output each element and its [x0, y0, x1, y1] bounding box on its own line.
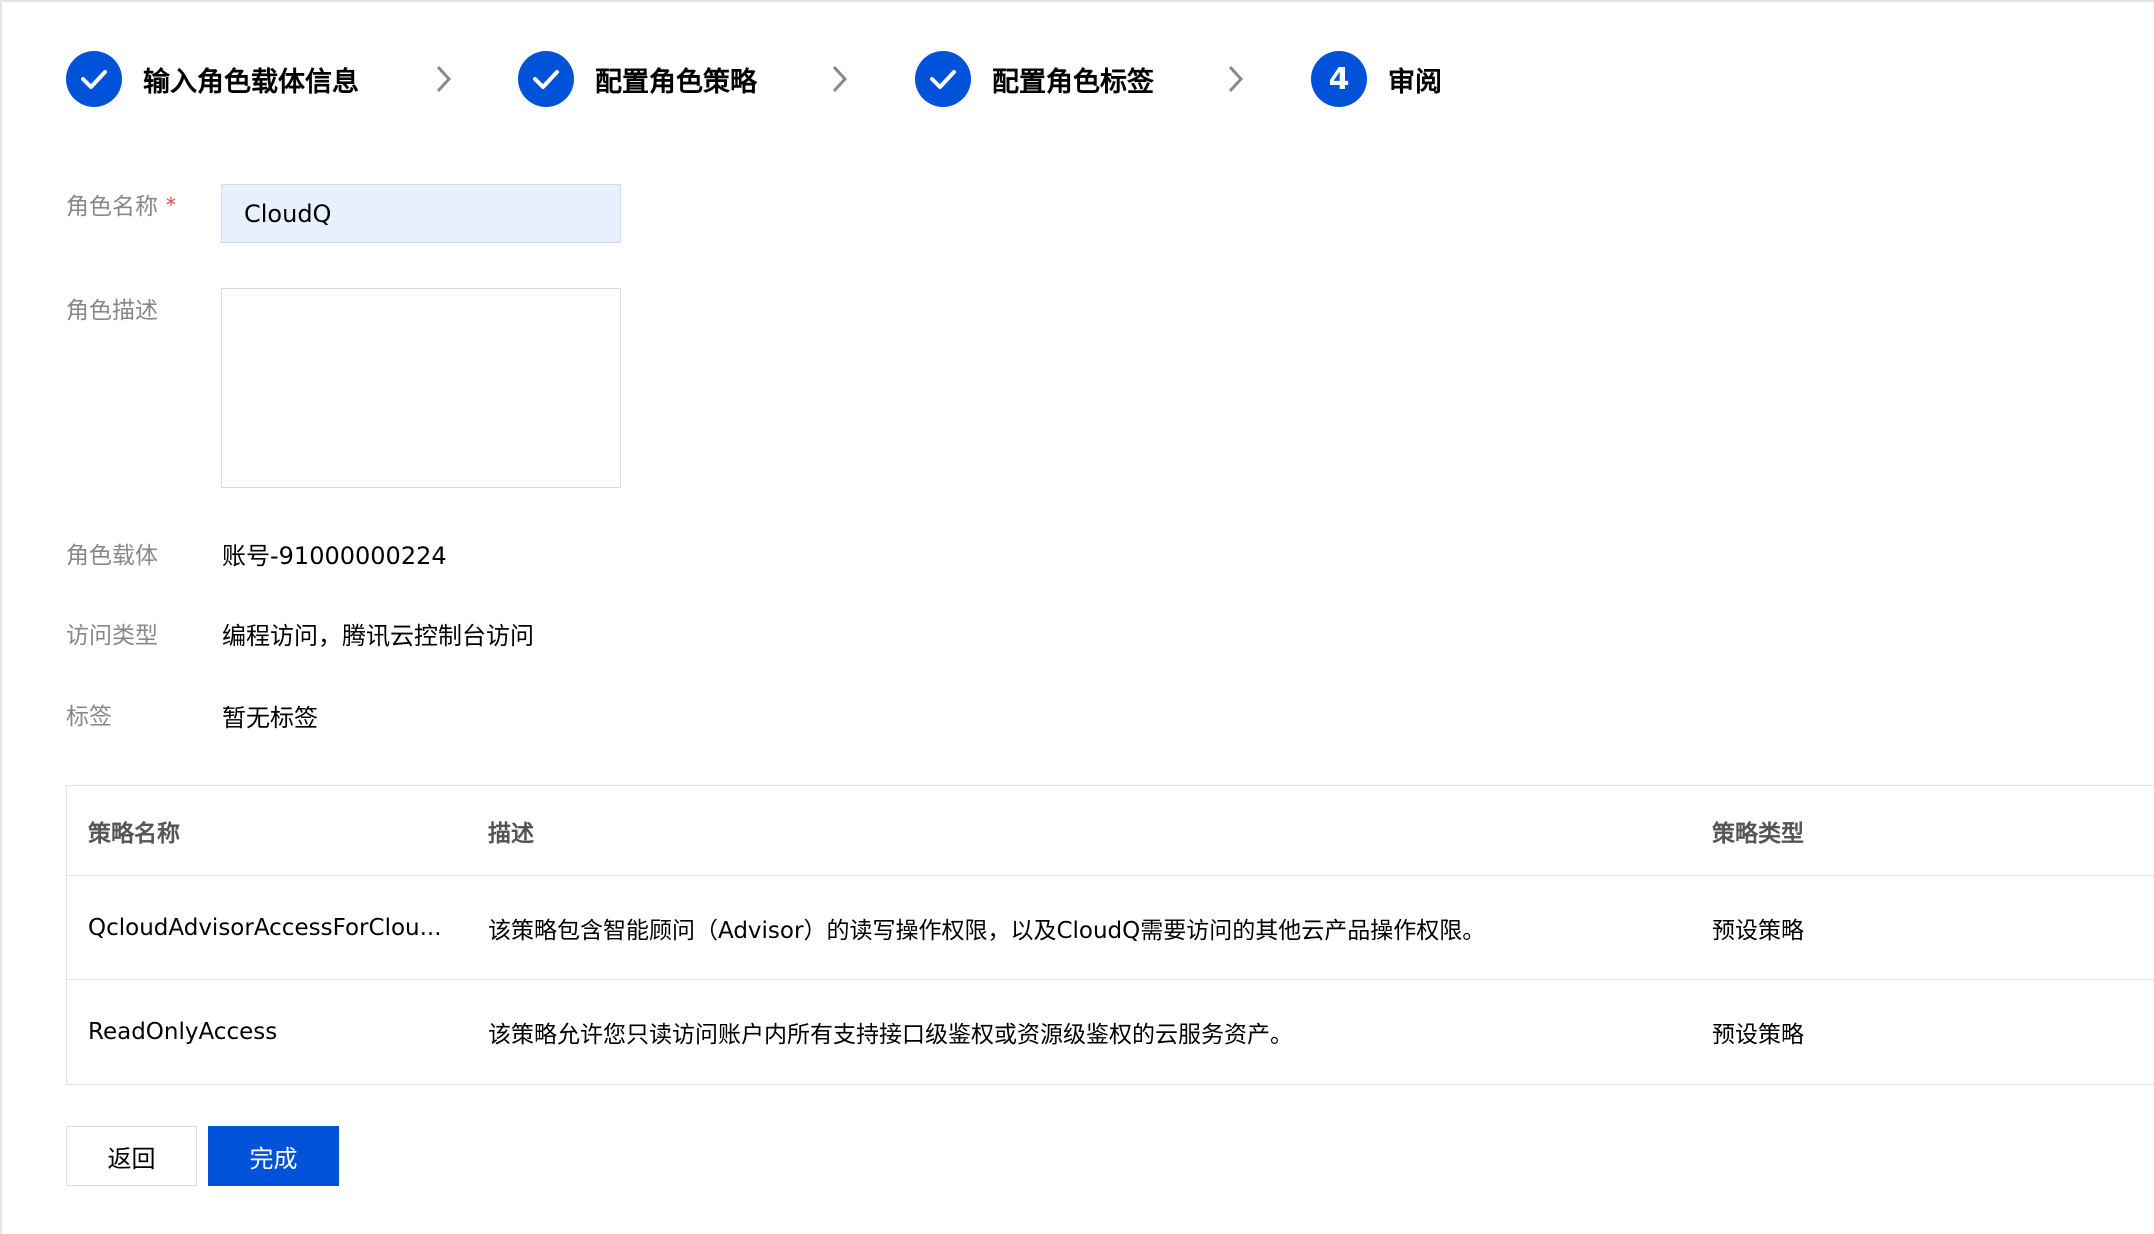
tags-value: 暂无标签 — [222, 704, 318, 732]
table-row: ReadOnlyAccess 该策略允许您只读访问账户内所有支持接口级鉴权或资源… — [67, 980, 2154, 1084]
role-name-input[interactable] — [221, 184, 621, 243]
column-header-policy-name: 策略名称 — [88, 820, 180, 847]
table-row: QcloudAdvisorAccessForClou... 该策略包含智能顾问（… — [67, 876, 2154, 980]
column-header-description: 描述 — [488, 820, 534, 847]
policy-name-cell[interactable]: ReadOnlyAccess — [88, 980, 468, 1084]
role-carrier-value: 账号-91000000224 — [222, 542, 447, 570]
policy-name-cell[interactable]: QcloudAdvisorAccessForClou... — [88, 876, 468, 979]
review-page: 输入角色载体信息 配置角色策略 配置角色标签 4 审阅 角色名称 * 角色描述 角… — [0, 0, 2154, 1234]
step-1[interactable]: 输入角色载体信息 — [66, 50, 359, 108]
step-2[interactable]: 配置角色策略 — [518, 50, 757, 108]
role-desc-label: 角色描述 — [66, 298, 158, 324]
policy-description-cell: 该策略允许您只读访问账户内所有支持接口级鉴权或资源级鉴权的云服务资产。 — [488, 1022, 1293, 1048]
policy-description-cell: 该策略包含智能顾问（Advisor）的读写操作权限，以及CloudQ需要访问的其… — [488, 917, 1486, 944]
policy-type-cell: 预设策略 — [1712, 1022, 1804, 1048]
required-mark: * — [166, 193, 176, 217]
policy-table: 策略名称 描述 策略类型 QcloudAdvisorAccessForClou.… — [66, 785, 2154, 1085]
step-separator-chevron-icon — [1228, 65, 1244, 93]
access-type-value: 编程访问，腾讯云控制台访问 — [222, 622, 534, 650]
step-separator-chevron-icon — [832, 65, 848, 93]
step-4-number: 4 — [1311, 51, 1367, 107]
step-3-check-icon — [915, 51, 971, 107]
role-desc-textarea[interactable] — [221, 288, 621, 488]
step-1-check-icon — [66, 51, 122, 107]
step-4[interactable]: 4 审阅 — [1311, 50, 1442, 108]
tags-label: 标签 — [66, 704, 112, 730]
step-2-label: 配置角色策略 — [595, 66, 757, 98]
back-button[interactable]: 返回 — [66, 1126, 197, 1186]
access-type-label: 访问类型 — [66, 623, 158, 649]
role-carrier-label: 角色载体 — [66, 543, 158, 569]
top-divider — [0, 0, 2154, 2]
step-2-check-icon — [518, 51, 574, 107]
step-separator-chevron-icon — [436, 65, 452, 93]
step-3[interactable]: 配置角色标签 — [915, 50, 1154, 108]
column-header-policy-type: 策略类型 — [1712, 820, 1804, 847]
role-name-label: 角色名称 * — [66, 187, 176, 221]
role-name-label-text: 角色名称 — [66, 194, 158, 220]
step-4-label: 审阅 — [1388, 66, 1442, 98]
left-divider — [0, 0, 2, 1234]
table-header: 策略名称 描述 策略类型 — [67, 786, 2154, 876]
step-3-label: 配置角色标签 — [992, 66, 1154, 98]
policy-type-cell: 预设策略 — [1712, 917, 1804, 944]
done-button[interactable]: 完成 — [208, 1126, 339, 1186]
step-1-label: 输入角色载体信息 — [143, 66, 359, 98]
